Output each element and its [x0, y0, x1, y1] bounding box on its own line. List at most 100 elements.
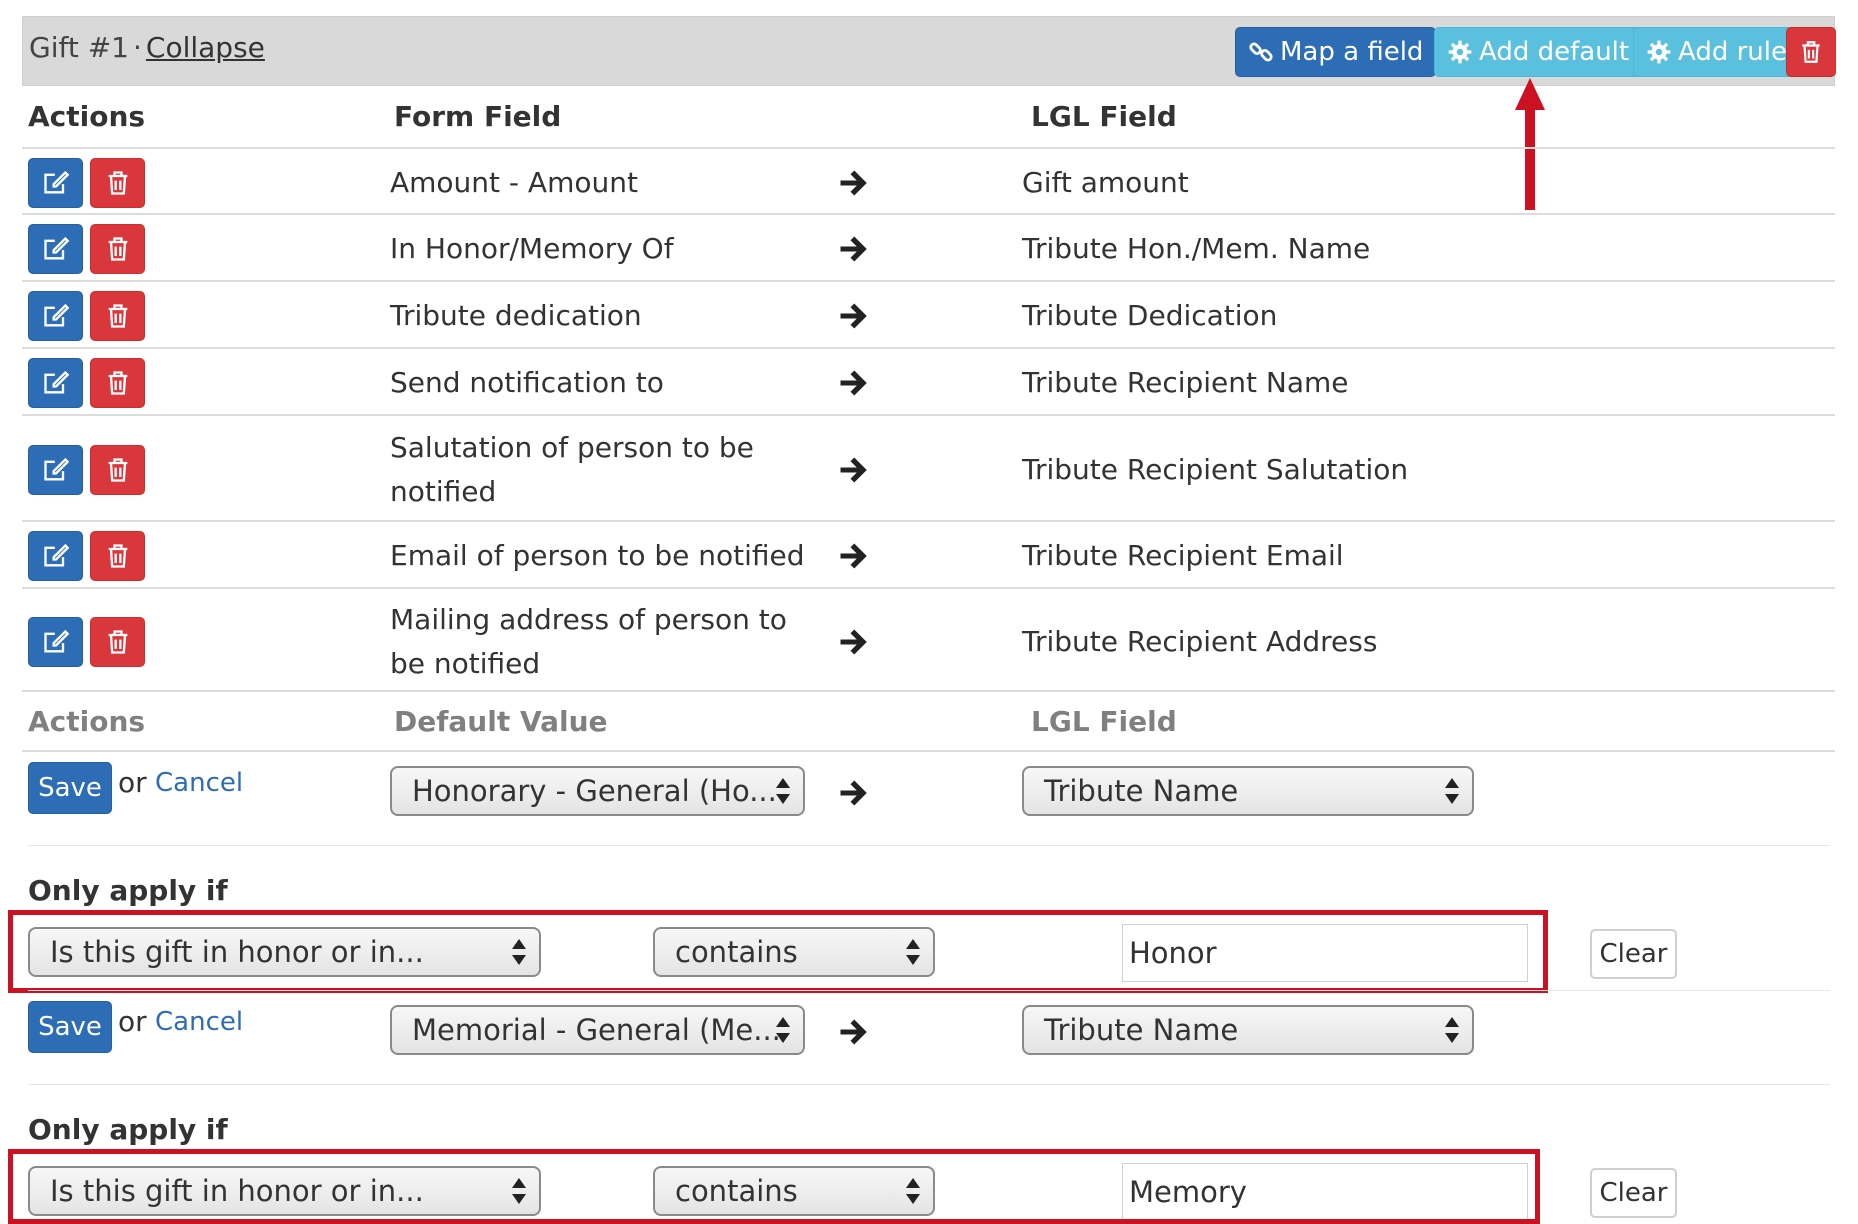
lgl-field-cell: Tribute Recipient Salutation [1022, 453, 1409, 486]
gift-title: Gift #1 · Collapse [29, 31, 265, 64]
trash-icon [108, 304, 127, 328]
defaults-col-default-value: Default Value [394, 705, 608, 738]
save-button[interactable]: Save [28, 1001, 112, 1053]
delete-gift-button[interactable] [1786, 27, 1836, 77]
select-caret-icon [776, 778, 790, 804]
gift-header-bar: Gift #1 · Collapse Map a field Add default… [22, 16, 1836, 86]
add-rule-button[interactable]: Add rule [1633, 27, 1800, 77]
gear-icon [1448, 40, 1472, 64]
annotation-highlight-box [8, 910, 1548, 993]
arrow-right-icon [840, 370, 867, 396]
default-value-selected: Honorary - General (Ho... [412, 774, 777, 808]
col-header-actions: Actions [28, 100, 146, 133]
col-header-lgl-field: LGL Field [1031, 100, 1177, 133]
edit-button[interactable] [28, 158, 83, 208]
lgl-field-select[interactable]: Tribute Name [1022, 766, 1474, 816]
cancel-link[interactable]: Cancel [155, 1007, 243, 1037]
arrow-right-icon [840, 543, 867, 569]
clear-button[interactable]: Clear [1590, 929, 1677, 979]
delete-row-button[interactable] [90, 358, 145, 408]
row-divider [22, 690, 1835, 692]
rule-divider [28, 1084, 1830, 1085]
defaults-header-divider [22, 750, 1835, 752]
map-field-label: Map a field [1280, 37, 1424, 67]
annotation-highlight-box [8, 1149, 1540, 1224]
default-value-select[interactable]: Honorary - General (Ho... [390, 766, 805, 816]
edit-icon [43, 303, 69, 327]
map-field-button[interactable]: Map a field [1235, 27, 1437, 77]
lgl-field-cell: Tribute Hon./Mem. Name [1022, 232, 1371, 265]
trash-icon [108, 458, 127, 482]
collapse-link[interactable]: Collapse [146, 31, 265, 64]
arrow-right-icon [840, 457, 867, 483]
lgl-field-cell: Gift amount [1022, 166, 1189, 199]
edit-icon [43, 170, 69, 194]
row-divider [22, 520, 1835, 522]
lgl-field-selected: Tribute Name [1044, 774, 1239, 808]
delete-row-button[interactable] [90, 445, 145, 495]
arrow-right-icon [840, 780, 867, 806]
lgl-field-cell: Tribute Recipient Name [1022, 366, 1349, 399]
edit-button[interactable] [28, 291, 83, 341]
row-divider [22, 414, 1835, 416]
only-apply-label: Only apply if [28, 1113, 228, 1146]
row-divider [22, 587, 1835, 589]
edit-button[interactable] [28, 445, 83, 495]
or-text: or [118, 1005, 147, 1038]
rule-divider [28, 990, 1830, 991]
trash-icon [108, 544, 127, 568]
lgl-field-selected: Tribute Name [1044, 1013, 1239, 1047]
edit-icon [43, 629, 69, 653]
clear-button[interactable]: Clear [1590, 1168, 1677, 1218]
arrow-right-icon [840, 629, 867, 655]
edit-icon [43, 457, 69, 481]
delete-row-button[interactable] [90, 531, 145, 581]
trash-icon [108, 630, 127, 654]
form-field-cell: Salutation of person to be notified [390, 431, 754, 508]
rule-divider [28, 845, 1830, 846]
arrow-right-icon [840, 236, 867, 262]
row-divider [22, 347, 1835, 349]
gift-mapping-panel: Gift #1 · Collapse Map a field Add default… [0, 0, 1858, 1224]
save-button[interactable]: Save [28, 762, 112, 814]
select-caret-icon [776, 1017, 790, 1043]
edit-button[interactable] [28, 617, 83, 667]
header-divider [22, 147, 1835, 149]
form-field-cell: In Honor/Memory Of [390, 232, 674, 265]
cancel-link[interactable]: Cancel [155, 768, 243, 798]
defaults-col-lgl-field: LGL Field [1031, 705, 1177, 738]
or-text: or [118, 766, 147, 799]
trash-icon [108, 371, 127, 395]
delete-row-button[interactable] [90, 224, 145, 274]
edit-button[interactable] [28, 358, 83, 408]
default-value-select[interactable]: Memorial - General (Me... [390, 1005, 805, 1055]
lgl-field-cell: Tribute Recipient Address [1022, 625, 1378, 658]
arrow-right-icon [840, 170, 867, 196]
form-field-cell: Tribute dedication [390, 299, 642, 332]
row-divider [22, 213, 1835, 215]
lgl-field-select[interactable]: Tribute Name [1022, 1005, 1474, 1055]
delete-row-button[interactable] [90, 291, 145, 341]
select-caret-icon [1445, 778, 1459, 804]
add-rule-label: Add rule [1678, 37, 1787, 67]
delete-row-button[interactable] [90, 617, 145, 667]
edit-icon [43, 236, 69, 260]
trash-icon [1802, 41, 1820, 63]
link-icon [1249, 42, 1273, 62]
arrow-right-icon [840, 303, 867, 329]
default-value-selected: Memorial - General (Me... [412, 1013, 781, 1047]
trash-icon [108, 171, 127, 195]
gear-icon [1647, 40, 1671, 64]
edit-icon [43, 370, 69, 394]
edit-button[interactable] [28, 224, 83, 274]
edit-button[interactable] [28, 531, 83, 581]
form-field-cell: Amount - Amount [390, 166, 638, 199]
add-default-button[interactable]: Add default [1434, 27, 1643, 77]
form-field-cell: Email of person to be notified [390, 539, 805, 572]
delete-row-button[interactable] [90, 158, 145, 208]
only-apply-label: Only apply if [28, 874, 228, 907]
trash-icon [108, 237, 127, 261]
lgl-field-cell: Tribute Dedication [1022, 299, 1278, 332]
gift-label: Gift #1 [29, 31, 129, 64]
form-field-cell: Send notification to [390, 366, 664, 399]
